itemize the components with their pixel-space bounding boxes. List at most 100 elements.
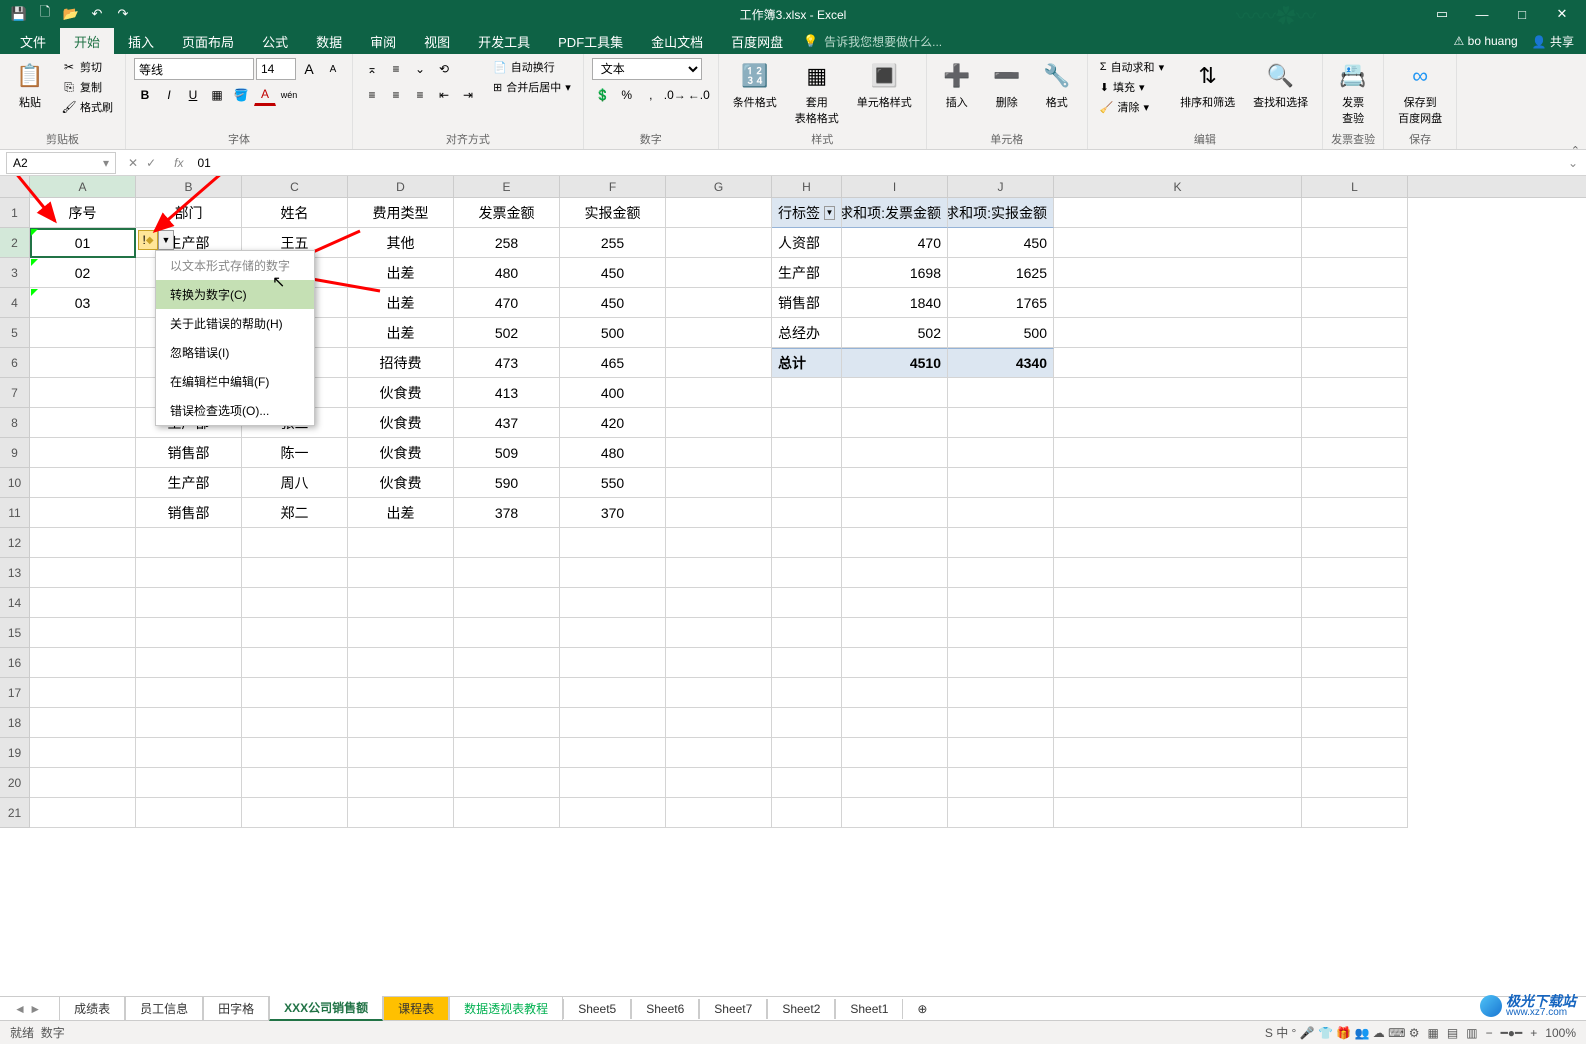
cell[interactable] [1302,798,1408,828]
fill-color-button[interactable]: 🪣 [230,84,252,106]
cancel-formula-icon[interactable]: ✕ [128,156,138,170]
cell[interactable]: 序号 [30,198,136,228]
cell[interactable] [30,618,136,648]
cell[interactable]: 255 [560,228,666,258]
cell[interactable] [30,318,136,348]
cell[interactable]: 销售部 [136,438,242,468]
cell[interactable]: 502 [842,318,948,348]
row-header[interactable]: 5 [0,318,30,348]
cut-button[interactable]: ✂剪切 [58,58,117,76]
column-header[interactable]: K [1054,176,1302,197]
cell[interactable] [1302,708,1408,738]
cell[interactable] [1054,318,1302,348]
cell[interactable] [666,408,772,438]
delete-cells-button[interactable]: ➖删除 [985,58,1029,112]
cell[interactable] [948,498,1054,528]
cell[interactable]: 求和项:发票金额 [842,198,948,228]
cell[interactable] [842,408,948,438]
cell[interactable] [666,318,772,348]
cell[interactable] [136,528,242,558]
align-center-icon[interactable]: ≡ [385,84,407,106]
row-header[interactable]: 19 [0,738,30,768]
cell[interactable] [1302,648,1408,678]
cell[interactable]: 销售部 [772,288,842,318]
cell[interactable] [1054,258,1302,288]
row-header[interactable]: 1 [0,198,30,228]
cell[interactable] [772,678,842,708]
row-header[interactable]: 3 [0,258,30,288]
ctx-edit-in-bar[interactable]: 在编辑栏中编辑(F) [156,367,314,396]
cell[interactable] [948,798,1054,828]
cell[interactable] [560,618,666,648]
cell[interactable] [136,588,242,618]
cell[interactable] [842,738,948,768]
column-header[interactable]: B [136,176,242,197]
cell[interactable]: 450 [560,288,666,318]
column-header[interactable]: H [772,176,842,197]
close-icon[interactable]: ✕ [1542,0,1582,28]
cell[interactable] [1302,498,1408,528]
row-header[interactable]: 9 [0,438,30,468]
cell[interactable]: 470 [454,288,560,318]
row-header[interactable]: 2 [0,228,30,258]
cell[interactable] [454,678,560,708]
clear-button[interactable]: 🧹 清除 ▾ [1096,98,1168,116]
cell[interactable] [948,618,1054,648]
cell[interactable] [1054,678,1302,708]
cell[interactable]: 伙食费 [348,378,454,408]
cell[interactable] [1302,618,1408,648]
cell[interactable] [136,708,242,738]
cell[interactable]: 生产部 [136,468,242,498]
row-header[interactable]: 13 [0,558,30,588]
cell[interactable] [1302,288,1408,318]
cell[interactable]: 姓名 [242,198,348,228]
cell[interactable]: 费用类型 [348,198,454,228]
cell[interactable] [772,768,842,798]
cell[interactable] [666,378,772,408]
cell[interactable] [136,678,242,708]
view-normal-icon[interactable]: ▦ [1428,1026,1439,1040]
cell[interactable] [1302,348,1408,378]
cell[interactable] [666,618,772,648]
tab-data[interactable]: 数据 [302,28,356,54]
cell[interactable] [560,678,666,708]
cell[interactable]: 其他 [348,228,454,258]
format-cells-button[interactable]: 🔧格式 [1035,58,1079,112]
sheet-tab-active[interactable]: XXX公司销售额 [269,996,383,1021]
cell[interactable]: 1765 [948,288,1054,318]
sheet-tab[interactable]: Sheet2 [767,999,835,1019]
cell[interactable] [454,528,560,558]
insert-cells-button[interactable]: ➕插入 [935,58,979,112]
comma-icon[interactable]: , [640,84,662,106]
cell[interactable] [30,708,136,738]
ctx-error-options[interactable]: 错误检查选项(O)... [156,396,314,425]
align-left-icon[interactable]: ≡ [361,84,383,106]
cell[interactable]: 258 [454,228,560,258]
ctx-convert-to-number[interactable]: 转换为数字(C) [156,280,314,309]
cell[interactable]: 450 [948,228,1054,258]
tab-file[interactable]: 文件 [6,28,60,54]
cell[interactable] [1054,798,1302,828]
ime-bar[interactable]: S 中 ° 🎤 👕 🎁 👥 ☁ ⌨ ⚙ [1265,1024,1420,1041]
cell[interactable] [242,768,348,798]
cell[interactable] [666,198,772,228]
cell[interactable] [454,648,560,678]
cell[interactable]: 420 [560,408,666,438]
column-header[interactable]: L [1302,176,1408,197]
tab-baidu[interactable]: 百度网盘 [717,28,797,54]
cell[interactable] [1302,198,1408,228]
column-header[interactable]: C [242,176,348,197]
column-header[interactable]: A [30,176,136,197]
cell[interactable] [1054,528,1302,558]
cell[interactable]: 509 [454,438,560,468]
pivot-filter-icon[interactable]: ▼ [824,206,835,220]
cell[interactable] [948,648,1054,678]
autosum-button[interactable]: Σ 自动求和 ▾ [1096,58,1168,76]
cell[interactable]: 502 [454,318,560,348]
column-header[interactable]: J [948,176,1054,197]
maximize-icon[interactable]: □ [1502,0,1542,28]
cell[interactable]: 1698 [842,258,948,288]
merge-center-button[interactable]: ⊞ 合并后居中 ▾ [489,78,575,96]
font-size-select[interactable] [256,58,296,80]
cell[interactable]: 378 [454,498,560,528]
